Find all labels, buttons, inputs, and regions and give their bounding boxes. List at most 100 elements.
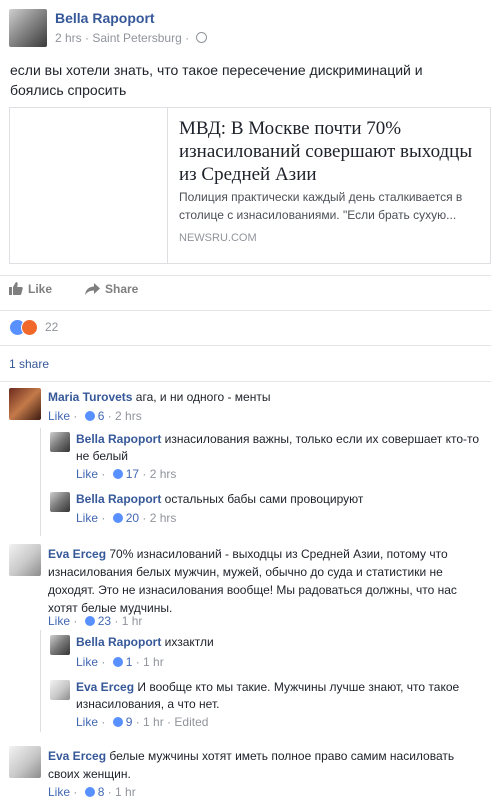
post-author[interactable]: Bella Rapoport bbox=[55, 10, 155, 26]
reply-author[interactable]: Eva Erceg bbox=[76, 680, 134, 694]
share-label: Share bbox=[105, 282, 139, 296]
comment-text: Maria Turovets ага, и ни одного - менты bbox=[48, 389, 478, 406]
divider bbox=[0, 381, 491, 382]
reply-avatar[interactable] bbox=[50, 492, 70, 512]
comment-like-button[interactable]: Like bbox=[48, 614, 70, 628]
post-header: Bella Rapoport 2 hrs · Saint Petersburg … bbox=[0, 0, 491, 55]
author-avatar[interactable] bbox=[9, 9, 47, 47]
share-button[interactable]: Share bbox=[85, 282, 138, 296]
like-count-icon bbox=[112, 717, 123, 727]
like-count-icon bbox=[112, 469, 123, 479]
reply-author[interactable]: Bella Rapoport bbox=[76, 492, 161, 506]
reply-text: Bella Rapoport остальных бабы сами прово… bbox=[76, 491, 481, 508]
reply-like-count[interactable]: 17 bbox=[126, 467, 139, 481]
reply-text: Bella Rapoport изнасилования важны, толь… bbox=[76, 431, 481, 465]
meta-dot: · bbox=[98, 511, 109, 525]
link-thumbnail[interactable] bbox=[10, 108, 168, 263]
like-label: Like bbox=[28, 282, 53, 296]
like-count-icon bbox=[84, 616, 95, 626]
commenter-avatar[interactable] bbox=[9, 388, 41, 420]
reply-time[interactable]: 1 hr · Edited bbox=[143, 715, 208, 729]
reply-like-button[interactable]: Like bbox=[76, 715, 98, 729]
comment-meta: Like · 6 · 2 hrs bbox=[48, 409, 142, 423]
reply-author[interactable]: Bella Rapoport bbox=[76, 635, 161, 649]
reply-author[interactable]: Bella Rapoport bbox=[76, 432, 161, 446]
comment-time[interactable]: 2 hrs bbox=[115, 409, 142, 423]
comment-like-button[interactable]: Like bbox=[48, 785, 70, 799]
like-count-icon bbox=[112, 513, 123, 523]
meta-dot: · bbox=[139, 467, 150, 481]
comment-time[interactable]: 1 hr bbox=[115, 785, 136, 799]
reply-thread-line bbox=[40, 428, 41, 536]
share-count[interactable]: 1 share bbox=[9, 357, 49, 371]
comment-body: белые мужчины хотят иметь полное право с… bbox=[48, 749, 455, 781]
reply-text: Bella Rapoport ихзактли bbox=[76, 634, 481, 651]
meta-dot: · bbox=[139, 511, 150, 525]
commenter-avatar[interactable] bbox=[9, 544, 41, 576]
comment-meta: Like · 23 · 1 hr bbox=[48, 614, 142, 628]
link-title[interactable]: МВД: В Москве почти 70% изнасилований со… bbox=[179, 117, 479, 186]
divider bbox=[0, 310, 491, 311]
meta-dot: · bbox=[98, 467, 109, 481]
reply-body: ихзактли bbox=[161, 635, 214, 649]
reply-body: остальных бабы сами провоцируют bbox=[161, 492, 364, 506]
link-description: Полиция практически каждый день сталкива… bbox=[179, 190, 463, 222]
comment-text: Eva Erceg 70% изнасилований - выходцы из… bbox=[48, 545, 476, 617]
link-preview-card[interactable]: МВД: В Москве почти 70% изнасилований со… bbox=[9, 107, 491, 264]
post-location[interactable]: Saint Petersburg bbox=[92, 31, 181, 45]
reply-time[interactable]: 2 hrs bbox=[150, 511, 177, 525]
reply-meta: Like · 20 · 2 hrs bbox=[76, 511, 176, 525]
post-time[interactable]: 2 hrs bbox=[55, 31, 82, 45]
meta-dot: · bbox=[98, 655, 109, 669]
like-count-icon bbox=[84, 787, 95, 797]
reply-meta: Like · 9 · 1 hr · Edited bbox=[76, 715, 208, 729]
comment-time[interactable]: 1 hr bbox=[122, 614, 143, 628]
divider bbox=[0, 345, 491, 346]
meta-dot: · bbox=[104, 785, 116, 799]
comment-author[interactable]: Eva Erceg bbox=[48, 749, 106, 763]
post-meta: 2 hrs · Saint Petersburg · bbox=[55, 31, 208, 45]
reply-body: И вообще кто мы такие. Мужчины лучше зна… bbox=[76, 680, 460, 711]
like-count-icon bbox=[112, 657, 123, 667]
reply-meta: Like · 17 · 2 hrs bbox=[76, 467, 176, 481]
meta-dot: · bbox=[70, 785, 81, 799]
angry-reaction-icon bbox=[21, 319, 38, 336]
reply-avatar[interactable] bbox=[50, 680, 70, 700]
reply-time[interactable]: 1 hr bbox=[143, 655, 164, 669]
meta-dot: · bbox=[132, 715, 144, 729]
divider bbox=[0, 275, 491, 276]
reply-text: Eva Erceg И вообще кто мы такие. Мужчины… bbox=[76, 679, 481, 713]
comment-like-button[interactable]: Like bbox=[48, 409, 70, 423]
reply-meta: Like · 1 · 1 hr bbox=[76, 655, 164, 669]
meta-dot: · bbox=[70, 409, 81, 423]
reply-time[interactable]: 2 hrs bbox=[150, 467, 177, 481]
comment-body: ага, и ни одного - менты bbox=[132, 390, 271, 404]
privacy-globe-icon[interactable] bbox=[196, 32, 208, 43]
like-button[interactable]: Like bbox=[9, 282, 52, 296]
meta-separator: · bbox=[81, 31, 93, 45]
reply-avatar[interactable] bbox=[50, 432, 70, 452]
meta-dot: · bbox=[132, 655, 144, 669]
like-icon bbox=[9, 282, 23, 295]
reply-avatar[interactable] bbox=[50, 635, 70, 655]
reply-thread-line bbox=[40, 630, 41, 732]
reply-like-button[interactable]: Like bbox=[76, 655, 98, 669]
meta-dot: · bbox=[70, 614, 81, 628]
reaction-count: 22 bbox=[45, 320, 59, 334]
meta-dot: · bbox=[98, 715, 109, 729]
share-icon bbox=[85, 283, 100, 295]
like-count-icon bbox=[84, 411, 95, 421]
comment-author[interactable]: Eva Erceg bbox=[48, 547, 106, 561]
reply-like-count[interactable]: 20 bbox=[126, 511, 139, 525]
comment-like-count[interactable]: 23 bbox=[98, 614, 111, 628]
meta-dot: · bbox=[104, 409, 116, 423]
commenter-avatar[interactable] bbox=[9, 746, 41, 778]
reply-like-button[interactable]: Like bbox=[76, 467, 98, 481]
comment-meta: Like · 8 · 1 hr bbox=[48, 785, 136, 799]
comment-author[interactable]: Maria Turovets bbox=[48, 390, 132, 404]
link-domain: NEWSRU.COM bbox=[179, 232, 257, 244]
meta-dot: · bbox=[111, 614, 122, 628]
reply-like-button[interactable]: Like bbox=[76, 511, 98, 525]
meta-separator-2: · bbox=[181, 31, 193, 45]
comment-body: 70% изнасилований - выходцы из Средней А… bbox=[48, 547, 457, 615]
